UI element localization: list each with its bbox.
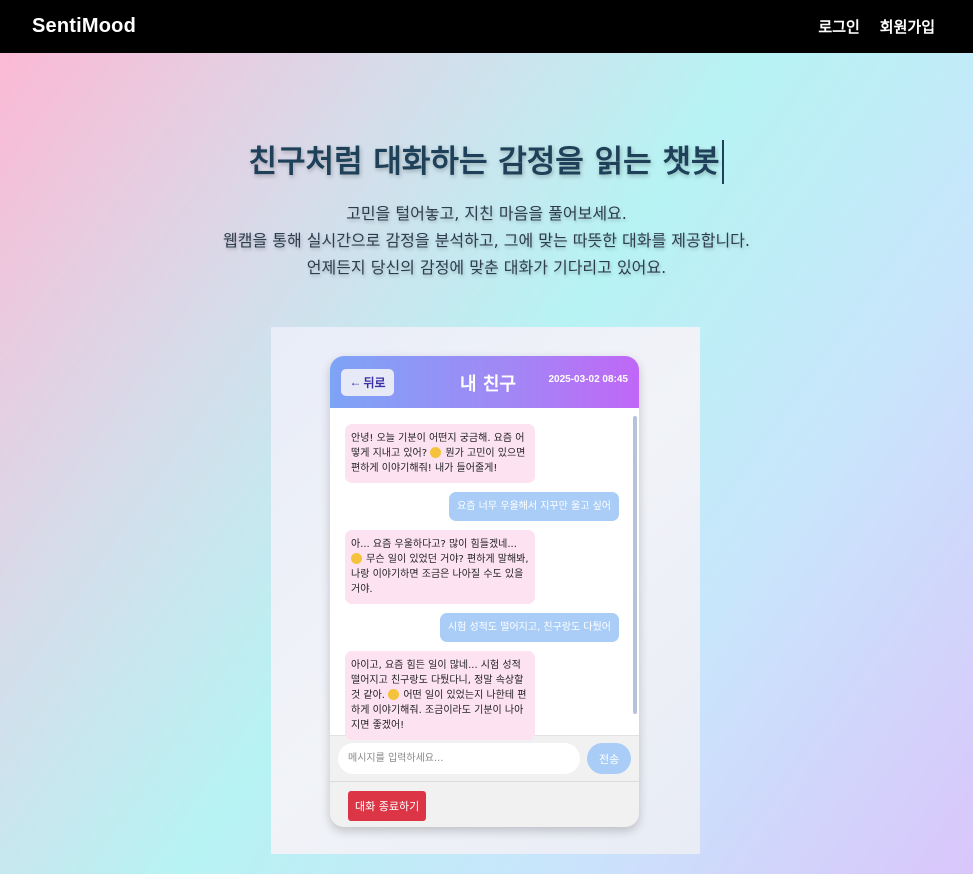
user-message: 시험 성적도 떨어지고, 친구랑도 다퉜어 [439, 613, 619, 642]
send-button[interactable]: 전송 [587, 743, 631, 774]
end-chat-button[interactable]: 대화 종료하기 [348, 791, 427, 821]
chat-window: ← 뒤로 내 친구 2025-03-02 08:45 안녕! 오늘 기분이 어떤… [330, 356, 639, 827]
chat-title: 내 친구 [460, 374, 516, 395]
bot-message: 안녕! 오늘 기분이 어떤지 궁금해. 요즘 어떻게 지내고 있어? 뭔가 고민… [345, 424, 535, 483]
chat-timestamp: 2025-03-02 08:45 [548, 374, 628, 385]
message-input[interactable] [338, 743, 581, 774]
smile-emoji-icon [430, 447, 442, 458]
bot-message: 아이고, 요즘 힘든 일이 많네... 시험 성적 떨어지고 친구랑도 다퉜다니… [345, 651, 535, 740]
back-button[interactable]: ← 뒤로 [341, 368, 394, 396]
chat-footer: 대화 종료하기 [330, 781, 639, 827]
left-arrow-icon: ← [349, 375, 362, 389]
message-text: 아... 요즘 우울하다고? 많이 힘들겠네... [351, 539, 517, 550]
sad-emoji-icon [388, 689, 400, 700]
brand-logo[interactable]: SentiMood [32, 15, 136, 38]
message-list[interactable]: 안녕! 오늘 기분이 어떤지 궁금해. 요즘 어떻게 지내고 있어? 뭔가 고민… [330, 408, 639, 740]
sad-emoji-icon [351, 553, 362, 564]
signup-link[interactable]: 회원가입 [880, 16, 935, 37]
chat-header: ← 뒤로 내 친구 2025-03-02 08:45 [330, 356, 639, 408]
hero-line: 웹캠을 통해 실시간으로 감정을 분석하고, 그에 맞는 따뜻한 대화를 제공합… [223, 231, 750, 250]
user-message: 요즘 너무 우울해서 지꾸만 울고 싶어 [449, 492, 619, 521]
scrollbar[interactable] [633, 416, 637, 714]
top-navbar: SentiMood 로그인 회원가입 [0, 0, 973, 53]
login-link[interactable]: 로그인 [818, 16, 859, 37]
hero-line: 고민을 털어놓고, 지친 마음을 풀어보세요. [346, 204, 627, 223]
bot-message: 아... 요즘 우울하다고? 많이 힘들겠네... 무슨 일이 있었던 거야? … [345, 530, 535, 604]
message-input-row: 전송 [330, 735, 639, 781]
hero-title: 친구처럼 대화하는 감정을 읽는 챗봇 [249, 140, 725, 184]
back-label: 뒤로 [363, 375, 386, 390]
hero-description: 고민을 털어놓고, 지친 마음을 풀어보세요. 웹캠을 통해 실시간으로 감정을… [0, 200, 973, 281]
chat-preview-panel: ← 뒤로 내 친구 2025-03-02 08:45 안녕! 오늘 기분이 어떤… [271, 327, 700, 854]
hero-line: 언제든지 당신의 감정에 맞춘 대화가 기다리고 있어요. [306, 258, 667, 277]
nav-links: 로그인 회원가입 [818, 16, 935, 37]
message-text: 무슨 일이 있었던 거야? 편하게 말해봐, 나랑 이야기하면 조금은 나아질 … [351, 554, 529, 595]
hero-section: 친구처럼 대화하는 감정을 읽는 챗봇 고민을 털어놓고, 지친 마음을 풀어보… [0, 140, 973, 281]
